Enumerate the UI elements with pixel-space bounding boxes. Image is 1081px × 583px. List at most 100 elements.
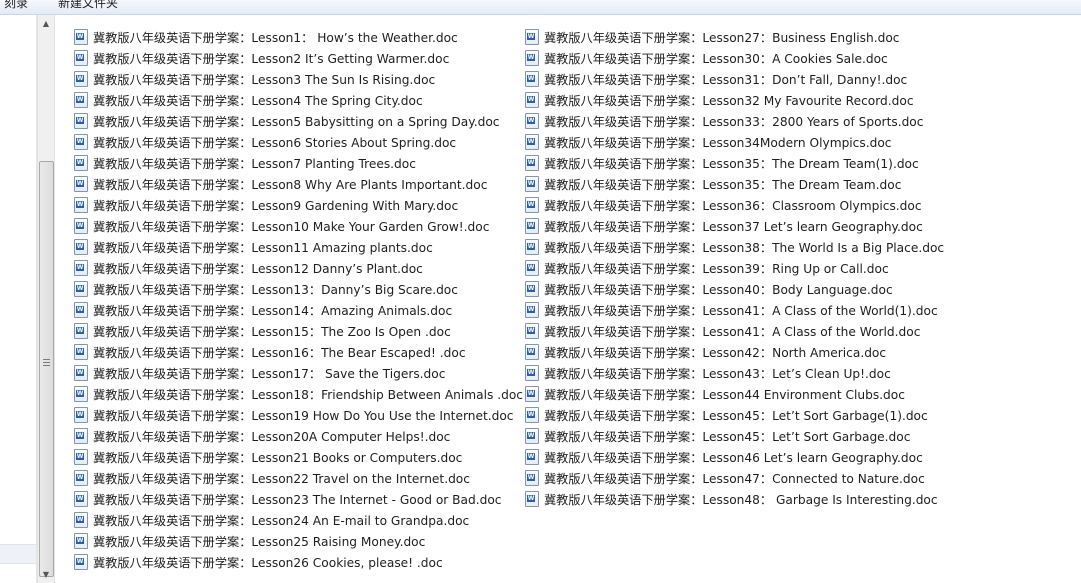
file-item[interactable]: W 冀教版八年级英语下册学案：Lesson19 How Do You Use th… xyxy=(74,404,523,425)
file-item[interactable]: W 冀教版八年级英语下册学案：Lesson26 Cookies, please! … xyxy=(74,551,523,572)
file-item[interactable]: W 冀教版八年级英语下册学案：Lesson32 My Favourite Reco… xyxy=(525,89,944,110)
word-document-icon: W xyxy=(525,343,539,360)
file-name: 冀教版八年级英语下册学案：Lesson6 Stories About Sprin… xyxy=(93,135,457,150)
word-document-icon: W xyxy=(74,301,88,318)
scroll-up-arrow-icon[interactable]: ▲ xyxy=(38,15,54,32)
word-document-icon: W xyxy=(525,28,539,45)
word-document-icon: W xyxy=(525,364,539,381)
file-item[interactable]: W 冀教版八年级英语下册学案：Lesson39：Ring Up or Call.d… xyxy=(525,257,944,278)
file-item[interactable]: W 冀教版八年级英语下册学案：Lesson47：Connected to Natu… xyxy=(525,467,944,488)
file-name: 冀教版八年级英语下册学案：Lesson36：Classroom Olympics… xyxy=(544,198,922,213)
file-item[interactable]: W 冀教版八年级英语下册学案：Lesson4 The Spring City.do… xyxy=(74,89,523,110)
file-item[interactable]: W 冀教版八年级英语下册学案：Lesson44 Environment Clubs… xyxy=(525,383,944,404)
file-item[interactable]: W 冀教版八年级英语下册学案：Lesson5 Babysitting on a S… xyxy=(74,110,523,131)
file-item[interactable]: W 冀教版八年级英语下册学案：Lesson17： Save the Tigers.… xyxy=(74,362,523,383)
file-item[interactable]: W 冀教版八年级英语下册学案：Lesson24 An E-mail to Gran… xyxy=(74,509,523,530)
file-name: 冀教版八年级英语下册学案：Lesson12 Danny’s Plant.doc xyxy=(93,261,423,276)
file-item[interactable]: W 冀教版八年级英语下册学案：Lesson1： How’s the Weather… xyxy=(74,26,523,47)
file-item[interactable]: W 冀教版八年级英语下册学案：Lesson16：The Bear Escaped!… xyxy=(74,341,523,362)
file-item[interactable]: W 冀教版八年级英语下册学案：Lesson48： Garbage Is Inter… xyxy=(525,488,944,509)
file-item[interactable]: W 冀教版八年级英语下册学案：Lesson12 Danny’s Plant.doc xyxy=(74,257,523,278)
burn-button[interactable]: 刻录 xyxy=(4,0,28,9)
file-name: 冀教版八年级英语下册学案：Lesson3 The Sun Is Rising.d… xyxy=(93,72,436,87)
file-item[interactable]: W 冀教版八年级英语下册学案：Lesson22 Travel on the Int… xyxy=(74,467,523,488)
file-item[interactable]: W 冀教版八年级英语下册学案：Lesson31：Don’t Fall, Danny… xyxy=(525,68,944,89)
file-name: 冀教版八年级英语下册学案：Lesson4 The Spring City.doc xyxy=(93,93,423,108)
file-item[interactable]: W 冀教版八年级英语下册学案：Lesson21 Books or Computer… xyxy=(74,446,523,467)
file-item[interactable]: W 冀教版八年级英语下册学案：Lesson3 The Sun Is Rising.… xyxy=(74,68,523,89)
word-document-icon: W xyxy=(525,490,539,507)
navigation-pane[interactable] xyxy=(0,15,37,583)
file-item[interactable]: W 冀教版八年级英语下册学案：Lesson45：Let’t Sort Garbag… xyxy=(525,425,944,446)
file-item[interactable]: W 冀教版八年级英语下册学案：Lesson35：The Dream Team(1)… xyxy=(525,152,944,173)
file-item[interactable]: W 冀教版八年级英语下册学案：Lesson41：A Class of the Wo… xyxy=(525,299,944,320)
file-item[interactable]: W 冀教版八年级英语下册学案：Lesson7 Planting Trees.doc xyxy=(74,152,523,173)
word-document-icon: W xyxy=(74,532,88,549)
file-item[interactable]: W 冀教版八年级英语下册学案：Lesson14：Amazing Animals.d… xyxy=(74,299,523,320)
file-name: 冀教版八年级英语下册学案：Lesson42：North America.doc xyxy=(544,345,887,360)
file-item[interactable]: W 冀教版八年级英语下册学案：Lesson45：Let’t Sort Garbag… xyxy=(525,404,944,425)
file-item[interactable]: W 冀教版八年级英语下册学案：Lesson33：2800 Years of Spo… xyxy=(525,110,944,131)
file-item[interactable]: W 冀教版八年级英语下册学案：Lesson40：Body Language.doc xyxy=(525,278,944,299)
word-document-icon: W xyxy=(525,406,539,423)
word-document-icon: W xyxy=(525,238,539,255)
file-item[interactable]: W 冀教版八年级英语下册学案：Lesson38：The World Is a Bi… xyxy=(525,236,944,257)
file-item[interactable]: W 冀教版八年级英语下册学案：Lesson20A Computer Helps!.… xyxy=(74,425,523,446)
file-name: 冀教版八年级英语下册学案：Lesson40：Body Language.doc xyxy=(544,282,893,297)
word-document-icon: W xyxy=(525,301,539,318)
file-item[interactable]: W 冀教版八年级英语下册学案：Lesson10 Make Your Garden … xyxy=(74,215,523,236)
file-name: 冀教版八年级英语下册学案：Lesson14：Amazing Animals.do… xyxy=(93,303,453,318)
file-name: 冀教版八年级英语下册学案：Lesson19 How Do You Use the… xyxy=(93,408,514,423)
file-item[interactable]: W 冀教版八年级英语下册学案：Lesson13：Danny’s Big Scare… xyxy=(74,278,523,299)
file-name: 冀教版八年级英语下册学案：Lesson8 Why Are Plants Impo… xyxy=(93,177,488,192)
file-name: 冀教版八年级英语下册学案：Lesson37 Let’s learn Geogra… xyxy=(544,219,923,234)
word-document-icon: W xyxy=(74,469,88,486)
nav-selected-item[interactable] xyxy=(0,544,36,564)
file-item[interactable]: W 冀教版八年级英语下册学案：Lesson46 Let’s learn Geogr… xyxy=(525,446,944,467)
file-item[interactable]: W 冀教版八年级英语下册学案：Lesson42：North America.doc xyxy=(525,341,944,362)
scroll-down-arrow-icon[interactable]: ▼ xyxy=(38,566,54,583)
word-document-icon: W xyxy=(74,28,88,45)
file-name: 冀教版八年级英语下册学案：Lesson13：Danny’s Big Scare.… xyxy=(93,282,458,297)
word-document-icon: W xyxy=(74,427,88,444)
file-item[interactable]: W 冀教版八年级英语下册学案：Lesson15：The Zoo Is Open .… xyxy=(74,320,523,341)
file-item[interactable]: W 冀教版八年级英语下册学案：Lesson25 Raising Money.doc xyxy=(74,530,523,551)
vertical-scrollbar[interactable]: ▲ ▼ xyxy=(37,15,55,583)
word-document-icon: W xyxy=(74,238,88,255)
file-item[interactable]: W 冀教版八年级英语下册学案：Lesson18：Friendship Betwee… xyxy=(74,383,523,404)
file-item[interactable]: W 冀教版八年级英语下册学案：Lesson27：Business English.… xyxy=(525,26,944,47)
file-name: 冀教版八年级英语下册学案：Lesson17： Save the Tigers.d… xyxy=(93,366,446,381)
file-item[interactable]: W 冀教版八年级英语下册学案：Lesson11 Amazing plants.do… xyxy=(74,236,523,257)
file-item[interactable]: W 冀教版八年级英语下册学案：Lesson41：A Class of the Wo… xyxy=(525,320,944,341)
word-document-icon: W xyxy=(525,427,539,444)
word-document-icon: W xyxy=(74,49,88,66)
file-item[interactable]: W 冀教版八年级英语下册学案：Lesson34Modern Olympics.do… xyxy=(525,131,944,152)
new-folder-button[interactable]: 新建文件夹 xyxy=(58,0,118,9)
file-name: 冀教版八年级英语下册学案：Lesson30：A Cookies Sale.doc xyxy=(544,51,888,66)
file-item[interactable]: W 冀教版八年级英语下册学案：Lesson35：The Dream Team.do… xyxy=(525,173,944,194)
file-name: 冀教版八年级英语下册学案：Lesson5 Babysitting on a Sp… xyxy=(93,114,500,129)
scrollbar-thumb[interactable] xyxy=(39,161,54,577)
file-item[interactable]: W 冀教版八年级英语下册学案：Lesson37 Let’s learn Geogr… xyxy=(525,215,944,236)
file-name: 冀教版八年级英语下册学案：Lesson2 It’s Getting Warmer… xyxy=(93,51,450,66)
file-item[interactable]: W 冀教版八年级英语下册学案：Lesson23 The Internet - Go… xyxy=(74,488,523,509)
word-document-icon: W xyxy=(525,133,539,150)
word-document-icon: W xyxy=(525,217,539,234)
word-document-icon: W xyxy=(525,259,539,276)
file-item[interactable]: W 冀教版八年级英语下册学案：Lesson9 Gardening With Mar… xyxy=(74,194,523,215)
file-name: 冀教版八年级英语下册学案：Lesson46 Let’s learn Geogra… xyxy=(544,450,923,465)
file-item[interactable]: W 冀教版八年级英语下册学案：Lesson30：A Cookies Sale.do… xyxy=(525,47,944,68)
file-name: 冀教版八年级英语下册学案：Lesson23 The Internet - Goo… xyxy=(93,492,502,507)
word-document-icon: W xyxy=(74,553,88,570)
file-item[interactable]: W 冀教版八年级英语下册学案：Lesson43：Let’s Clean Up!.d… xyxy=(525,362,944,383)
file-name: 冀教版八年级英语下册学案：Lesson33：2800 Years of Spor… xyxy=(544,114,924,129)
file-item[interactable]: W 冀教版八年级英语下册学案：Lesson8 Why Are Plants Imp… xyxy=(74,173,523,194)
file-name: 冀教版八年级英语下册学案：Lesson47：Connected to Natur… xyxy=(544,471,925,486)
file-column-left: W 冀教版八年级英语下册学案：Lesson1： How’s the Weather… xyxy=(74,26,523,572)
file-name: 冀教版八年级英语下册学案：Lesson20A Computer Helps!.d… xyxy=(93,429,451,444)
file-name: 冀教版八年级英语下册学案：Lesson21 Books or Computers… xyxy=(93,450,463,465)
file-item[interactable]: W 冀教版八年级英语下册学案：Lesson6 Stories About Spri… xyxy=(74,131,523,152)
file-item[interactable]: W 冀教版八年级英语下册学案：Lesson36：Classroom Olympic… xyxy=(525,194,944,215)
file-item[interactable]: W 冀教版八年级英语下册学案：Lesson2 It’s Getting Warme… xyxy=(74,47,523,68)
file-name: 冀教版八年级英语下册学案：Lesson41：A Class of the Wor… xyxy=(544,303,938,318)
